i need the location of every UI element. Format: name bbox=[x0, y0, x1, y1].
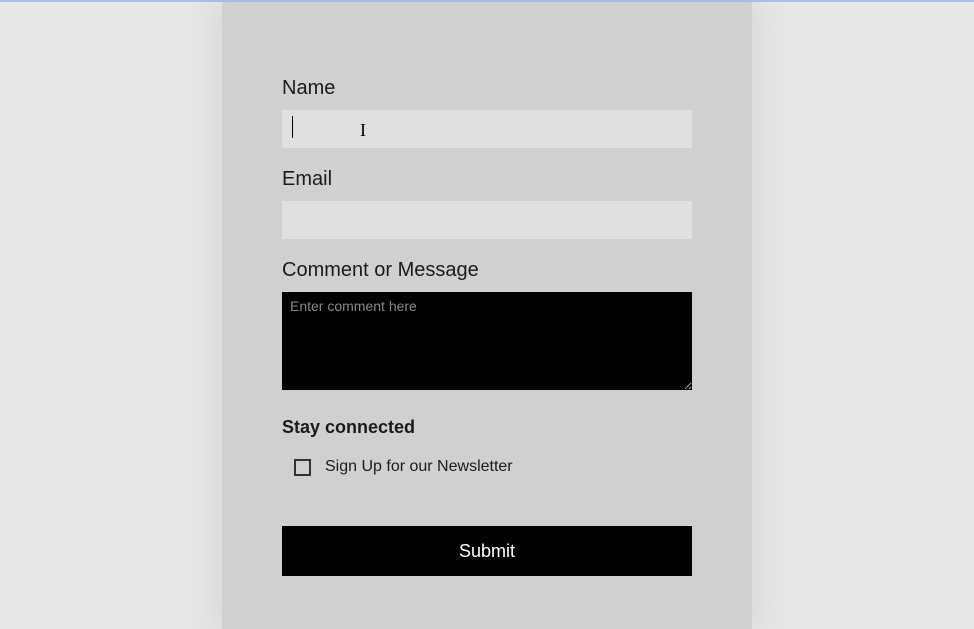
submit-button[interactable]: Submit bbox=[282, 526, 692, 576]
name-label: Name bbox=[282, 77, 692, 100]
name-input-wrapper: I bbox=[282, 110, 692, 168]
newsletter-label: Sign Up for our Newsletter bbox=[325, 458, 513, 476]
stay-connected-heading: Stay connected bbox=[282, 417, 692, 438]
name-input[interactable] bbox=[282, 110, 692, 148]
newsletter-row: Sign Up for our Newsletter bbox=[294, 458, 692, 476]
email-label: Email bbox=[282, 168, 692, 191]
comment-label: Comment or Message bbox=[282, 259, 692, 282]
email-input[interactable] bbox=[282, 201, 692, 239]
newsletter-checkbox[interactable] bbox=[294, 459, 311, 476]
contact-form-card: Name I Email Comment or Message Stay con… bbox=[222, 2, 752, 629]
comment-textarea[interactable] bbox=[282, 292, 692, 390]
